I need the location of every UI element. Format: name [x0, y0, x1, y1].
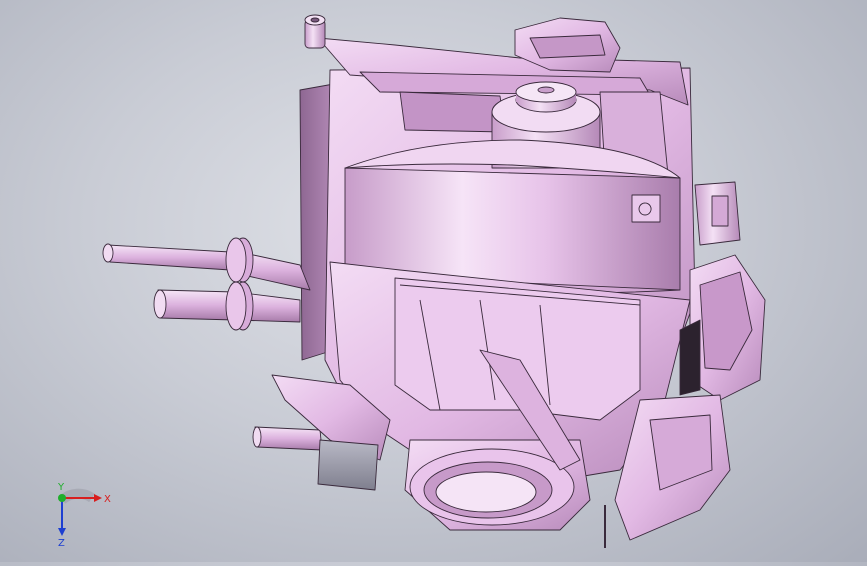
coolant-pipe-lower	[153, 281, 301, 331]
3d-viewport[interactable]: X Y Z	[0, 0, 867, 562]
drain-pipe	[252, 426, 323, 451]
electrical-connector	[694, 181, 741, 246]
mount-stud	[304, 14, 326, 49]
coolant-pipe-upper	[102, 237, 311, 291]
x-axis-label: X	[104, 494, 111, 505]
z-axis-label: Z	[58, 538, 65, 548]
y-axis-label: Y	[57, 482, 65, 493]
model-render[interactable]	[0, 0, 867, 562]
foam-block	[317, 439, 379, 491]
y-axis-dot	[58, 494, 66, 502]
axis-triad: X Y Z	[44, 478, 124, 549]
